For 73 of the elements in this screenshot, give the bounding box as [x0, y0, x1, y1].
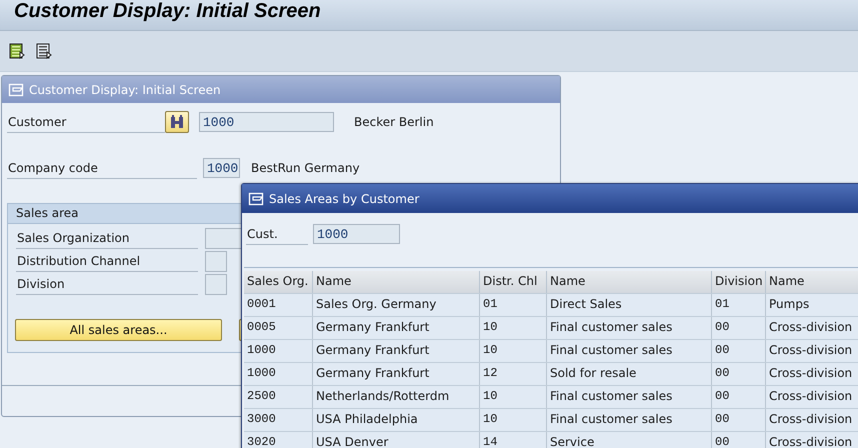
table-cell: 10: [480, 317, 547, 339]
column-header[interactable]: Division: [712, 271, 766, 293]
input-field[interactable]: [205, 251, 227, 272]
all-sales-areas-button[interactable]: All sales areas...: [15, 319, 222, 341]
customer-name: Becker Berlin: [354, 115, 434, 129]
column-header[interactable]: Distr. Chl: [480, 271, 547, 293]
window-title: Customer Display: Initial Screen: [0, 0, 858, 31]
field-label: Sales Organization: [16, 228, 198, 249]
table-cell: 10: [480, 409, 547, 431]
table-cell: 00: [712, 386, 766, 408]
column-header[interactable]: Name: [766, 271, 858, 293]
column-header[interactable]: Name: [547, 271, 712, 293]
input-field[interactable]: 1000: [203, 158, 240, 178]
window-icon: [8, 82, 24, 96]
table-cell: 00: [712, 432, 766, 448]
table-cell: Sold for resale: [547, 363, 712, 385]
input-field[interactable]: 1000: [313, 224, 400, 244]
table-cell: Cross-division: [766, 317, 858, 339]
table-cell: USA Philadelphia: [313, 409, 480, 431]
table-cell: 1000: [244, 363, 313, 385]
panel-title: Customer Display: Initial Screen: [29, 82, 221, 96]
table-cell: Cross-division: [766, 340, 858, 362]
toolbar-button[interactable]: [36, 42, 53, 60]
toolbar-button[interactable]: [9, 42, 26, 60]
table-cell: Germany Frankfurt: [313, 340, 480, 362]
table-cell: Netherlands/Rotterdm: [313, 386, 480, 408]
table-cell: Direct Sales: [547, 294, 712, 316]
table-cell: 1000: [244, 340, 313, 362]
table-cell: 2500: [244, 386, 313, 408]
table-cell: 01: [480, 294, 547, 316]
field-label: Division: [16, 274, 198, 295]
table-cell: Germany Frankfurt: [313, 363, 480, 385]
table-cell: 3000: [244, 409, 313, 431]
field-label: Cust.: [246, 224, 308, 244]
field-label: Company code: [7, 158, 197, 178]
table-cell: 3020: [244, 432, 313, 448]
table-cell: Final customer sales: [547, 386, 712, 408]
input-field[interactable]: [205, 228, 243, 249]
table-cell: 14: [480, 432, 547, 448]
table-cell: Cross-division: [766, 386, 858, 408]
column-header[interactable]: Name: [313, 271, 480, 293]
table-cell: USA Denver: [313, 432, 480, 448]
table-cell: 01: [712, 294, 766, 316]
table-cell: Final customer sales: [547, 340, 712, 362]
column-header[interactable]: Sales Org.: [244, 271, 313, 293]
table-cell: 10: [480, 386, 547, 408]
table-cell: Cross-division: [766, 432, 858, 448]
table-cell: 0001: [244, 294, 313, 316]
company-name: BestRun Germany: [251, 161, 360, 175]
table-cell: 10: [480, 340, 547, 362]
binoculars-icon: [170, 115, 184, 129]
input-field[interactable]: [205, 274, 227, 295]
table-cell: Service: [547, 432, 712, 448]
document-icon: [9, 42, 25, 58]
table-cell: 00: [712, 363, 766, 385]
table-cell: Final customer sales: [547, 317, 712, 339]
table-cell: Germany Frankfurt: [313, 317, 480, 339]
field-label: Distribution Channel: [16, 251, 198, 272]
table-cell: Sales Org. Germany: [313, 294, 480, 316]
table-cell: Cross-division: [766, 409, 858, 431]
table-cell: 0005: [244, 317, 313, 339]
table-cell: Final customer sales: [547, 409, 712, 431]
table-cell: 00: [712, 317, 766, 339]
table-cell: Pumps: [766, 294, 858, 316]
window-icon: [248, 192, 264, 206]
input-field[interactable]: 1000: [199, 112, 334, 132]
table-cell: 12: [480, 363, 547, 385]
dialog-title: Sales Areas by Customer: [269, 192, 420, 206]
table-cell: 00: [712, 340, 766, 362]
table-cell: Cross-division: [766, 363, 858, 385]
document-icon: [36, 42, 52, 58]
search-help-button[interactable]: [165, 111, 189, 133]
table-cell: 00: [712, 409, 766, 431]
